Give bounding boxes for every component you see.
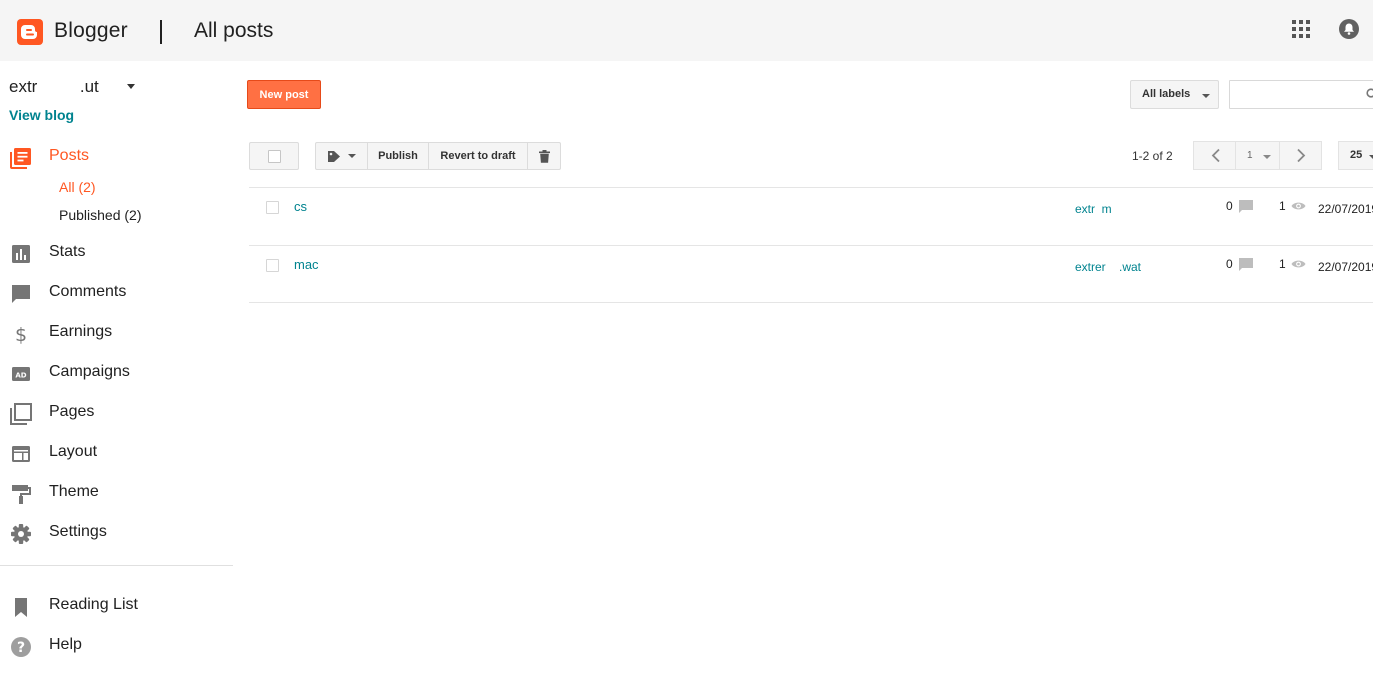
svg-text:$: $ (15, 324, 27, 345)
comment-icon[interactable] (1239, 200, 1253, 213)
paint-roller-icon (12, 485, 31, 504)
sidebar-item-label: Layout (49, 443, 98, 460)
posts-icon (10, 148, 31, 169)
per-page-dropdown[interactable]: 25 (1338, 141, 1373, 170)
sidebar-item-label: Pages (49, 403, 95, 420)
brand-name[interactable]: Blogger (54, 19, 128, 43)
search-input[interactable] (1236, 81, 1366, 108)
sidebar-subitem-all[interactable]: All (2) (59, 179, 96, 195)
tag-icon (328, 150, 340, 162)
sidebar-item-label: Comments (49, 283, 127, 300)
sidebar-divider (0, 565, 233, 566)
post-title-link[interactable]: mac (294, 257, 319, 272)
labels-filter-dropdown[interactable]: All labels (1130, 80, 1219, 109)
bookmark-icon (15, 598, 27, 617)
trash-icon (538, 149, 550, 163)
sidebar-item-label: Earnings (49, 323, 113, 340)
blog-selector[interactable]: extr .ut (9, 77, 99, 97)
sidebar-item-label: Posts (49, 147, 90, 164)
page-number-dropdown[interactable]: 1 (1235, 141, 1280, 170)
checkbox-box (268, 150, 281, 163)
comment-count: 0 (1226, 199, 1233, 213)
eye-icon (1291, 260, 1306, 268)
sidebar-item-posts[interactable]: Posts (0, 142, 232, 172)
ad-icon: AD (12, 367, 30, 381)
table-row: mac extrer .wat 0 1 22/07/2019 (249, 245, 1373, 303)
view-count: 1 (1279, 199, 1286, 213)
revert-to-draft-button[interactable]: Revert to draft (428, 142, 528, 170)
chevron-right-icon (1297, 148, 1306, 163)
previous-page-button[interactable] (1193, 141, 1236, 170)
blogger-logo-icon[interactable] (17, 19, 43, 45)
chevron-down-icon (1202, 94, 1210, 98)
pagination-range: 1-2 of 2 (1132, 149, 1173, 163)
svg-text:AD: AD (15, 372, 26, 380)
sidebar-item-comments[interactable]: Comments (0, 278, 232, 308)
view-blog-link[interactable]: View blog (9, 107, 74, 123)
sidebar-item-help[interactable]: ? Help (0, 631, 232, 661)
page-title: All posts (194, 19, 274, 42)
sidebar-item-settings[interactable]: Settings (0, 518, 232, 548)
sidebar-item-earnings[interactable]: $ Earnings (0, 318, 232, 348)
post-author-link[interactable]: extr m (1075, 202, 1159, 216)
help-icon: ? (11, 637, 31, 657)
row-checkbox[interactable] (266, 259, 279, 272)
bulk-actions: Publish Revert to draft (315, 142, 561, 170)
notification-bell-icon[interactable] (1338, 18, 1360, 40)
sidebar-item-pages[interactable]: Pages (0, 398, 232, 428)
chevron-down-icon (348, 154, 356, 158)
chevron-down-icon (1263, 155, 1271, 159)
next-page-button[interactable] (1279, 141, 1322, 170)
sidebar-item-stats[interactable]: Stats (0, 238, 232, 268)
sidebar-subitem-published[interactable]: Published (2) (59, 207, 142, 223)
header-divider (160, 20, 162, 44)
chevron-down-icon (1369, 155, 1373, 159)
sidebar-item-label: Campaigns (49, 363, 130, 380)
publish-button[interactable]: Publish (367, 142, 429, 170)
sidebar-item-layout[interactable]: Layout (0, 438, 232, 468)
view-count: 1 (1279, 257, 1286, 271)
post-date: 22/07/2019 (1318, 202, 1373, 216)
eye-icon (1291, 202, 1306, 210)
post-title-link[interactable]: cs (294, 199, 307, 214)
pagination: 1 (1193, 141, 1322, 170)
layout-icon (12, 446, 30, 462)
sidebar-item-label: Settings (49, 523, 107, 540)
pages-icon (10, 403, 32, 425)
svg-text:?: ? (17, 640, 25, 656)
stats-icon (12, 245, 30, 263)
sidebar-item-label: Stats (49, 243, 86, 260)
labels-filter-label: All labels (1142, 88, 1191, 100)
apps-grid-icon[interactable] (1292, 20, 1310, 38)
sidebar-item-label: Reading List (49, 596, 138, 613)
table-row: cs extr m 0 1 22/07/2019 (249, 187, 1373, 245)
chevron-down-icon[interactable] (127, 84, 135, 89)
sidebar-item-reading-list[interactable]: Reading List (0, 591, 232, 621)
delete-button[interactable] (527, 142, 561, 170)
row-checkbox[interactable] (266, 201, 279, 214)
new-post-button[interactable]: New post (247, 80, 321, 109)
per-page-value: 25 (1350, 149, 1363, 161)
dollar-icon: $ (15, 324, 27, 345)
comment-count: 0 (1226, 257, 1233, 271)
chevron-left-icon (1211, 148, 1220, 163)
select-all-checkbox[interactable] (249, 142, 299, 170)
search-icon[interactable] (1366, 88, 1373, 100)
comment-icon[interactable] (1239, 258, 1253, 271)
label-dropdown-button[interactable] (315, 142, 368, 170)
post-author-link[interactable]: extrer .wat (1075, 260, 1159, 274)
sidebar-item-theme[interactable]: Theme (0, 478, 232, 508)
top-bar: Blogger All posts (0, 0, 1373, 61)
sidebar-item-label: Help (49, 636, 82, 653)
gear-icon (11, 524, 31, 544)
search-field[interactable] (1229, 80, 1373, 109)
comment-icon (12, 285, 30, 303)
sidebar-item-label: Theme (49, 483, 99, 500)
page-number: 1 (1247, 150, 1253, 161)
sidebar-item-campaigns[interactable]: AD Campaigns (0, 358, 232, 388)
post-date: 22/07/2019 (1318, 260, 1373, 274)
